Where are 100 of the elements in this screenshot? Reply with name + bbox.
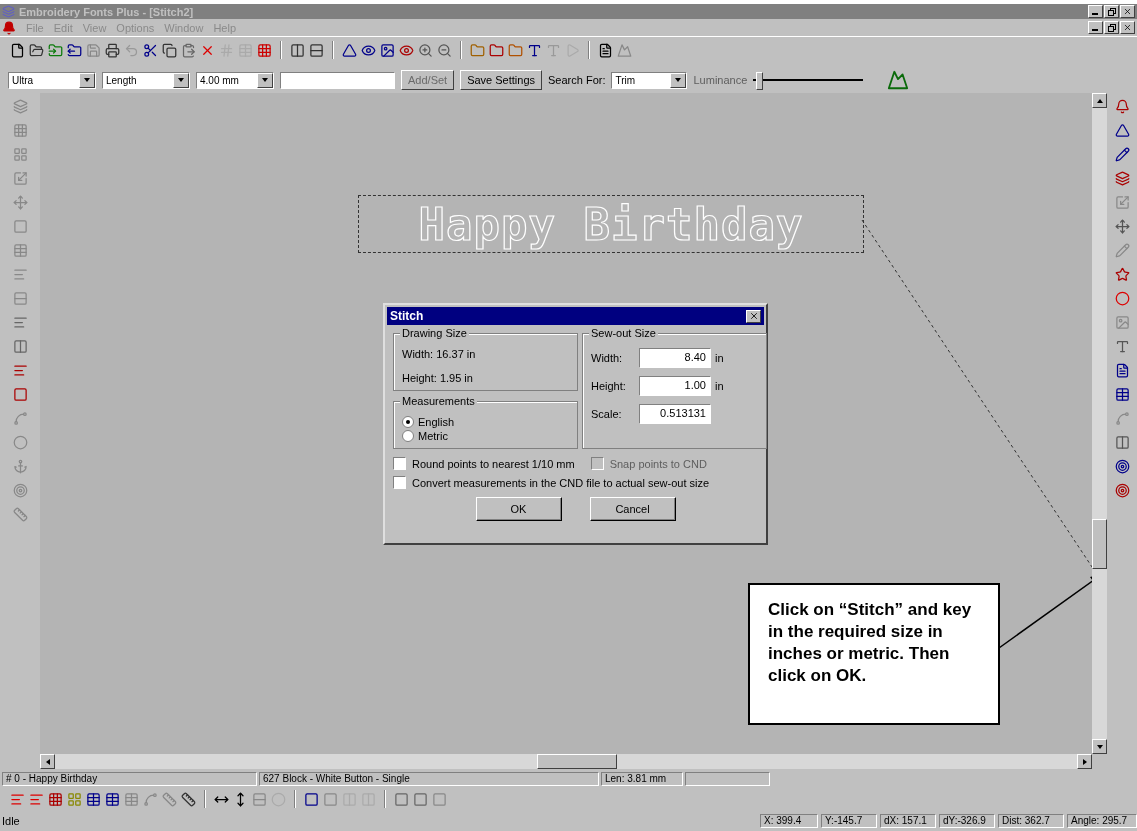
text-icon[interactable]	[1114, 339, 1130, 354]
close-button[interactable]	[1120, 5, 1135, 18]
radio-button[interactable]	[402, 416, 414, 428]
status-pane: Len: 3.81 mm	[601, 772, 683, 786]
scroll-thumb[interactable]	[537, 754, 617, 769]
dropdown[interactable]: Ultra	[8, 71, 96, 89]
folder-icon[interactable]	[67, 42, 82, 58]
radio-label: Metric	[418, 430, 448, 442]
columns-icon[interactable]	[1114, 435, 1130, 450]
dropdown[interactable]: Length	[102, 71, 190, 89]
checkbox[interactable]	[393, 476, 406, 489]
horizontal-scrollbar[interactable]	[40, 754, 1092, 769]
vertical-scrollbar[interactable]	[1092, 93, 1107, 754]
eye-icon[interactable]	[399, 42, 414, 58]
caret-icon	[261, 76, 269, 84]
ruler-icon[interactable]	[181, 791, 196, 807]
minimize-button[interactable]	[1088, 21, 1103, 34]
text-icon[interactable]	[527, 42, 542, 58]
triangle-icon[interactable]	[1114, 123, 1130, 138]
group-title: Measurements	[400, 395, 477, 407]
cancel-button[interactable]: Cancel	[589, 497, 676, 521]
align-icon[interactable]	[12, 315, 28, 330]
checkbox-label: Round points to nearest 1/10 mm	[412, 457, 575, 470]
pencil-icon[interactable]	[1114, 147, 1130, 162]
bell-icon[interactable]	[2, 20, 16, 35]
scroll-left-button[interactable]	[40, 754, 55, 769]
paste-icon[interactable]	[181, 42, 196, 58]
input-field[interactable]	[280, 71, 395, 89]
columns-icon[interactable]	[12, 339, 28, 354]
zoom-in-icon[interactable]	[418, 42, 433, 58]
triangle-icon[interactable]	[342, 42, 357, 58]
close-icon	[748, 311, 759, 321]
restore-icon	[1107, 23, 1116, 32]
star-icon[interactable]	[1114, 267, 1130, 282]
table-icon[interactable]	[1114, 387, 1130, 402]
mountain-icon[interactable]	[887, 69, 910, 91]
close-button[interactable]	[746, 309, 761, 323]
scroll-down-button[interactable]	[1092, 739, 1107, 754]
square-icon[interactable]	[12, 387, 28, 402]
coordinate-pane: Y:-145.7	[821, 814, 877, 828]
status-message: Idle	[2, 815, 20, 827]
checkbox[interactable]	[393, 457, 406, 470]
scroll-right-button[interactable]	[1077, 754, 1092, 769]
document-icon[interactable]	[1114, 363, 1130, 378]
status-pane: 627 Block - White Button - Single	[259, 772, 599, 786]
target-icon[interactable]	[1114, 459, 1130, 474]
folder-icon[interactable]	[29, 42, 44, 58]
field-label: Height:	[591, 380, 627, 392]
checkbox-label: Snap points to CND	[609, 457, 707, 470]
new-page-icon[interactable]	[10, 42, 25, 58]
caret-icon	[177, 76, 185, 84]
save-settings-button[interactable]: Save Settings	[460, 70, 542, 90]
rows-icon[interactable]	[309, 42, 324, 58]
input-field[interactable]: 0.513131	[639, 404, 711, 424]
unit-label: in	[715, 352, 724, 364]
printer-icon[interactable]	[105, 42, 120, 58]
app-icon	[2, 5, 15, 18]
cut-icon[interactable]	[143, 42, 158, 58]
restore-button[interactable]	[1104, 5, 1119, 18]
image-icon[interactable]	[380, 42, 395, 58]
align-icon[interactable]	[29, 791, 44, 807]
scroll-thumb[interactable]	[1092, 519, 1107, 569]
grid-icon[interactable]	[257, 42, 272, 58]
scroll-up-button[interactable]	[1092, 93, 1107, 108]
close-button[interactable]	[1120, 21, 1135, 34]
eye-icon[interactable]	[361, 42, 376, 58]
move-icon[interactable]	[1114, 219, 1130, 234]
field-label: Width:	[591, 352, 624, 364]
ok-button[interactable]: OK	[475, 497, 562, 521]
slider-label: Luminance	[693, 74, 748, 86]
window-title: Embroidery Fonts Plus - [Stitch2]	[19, 5, 195, 18]
grid-icon[interactable]	[48, 791, 63, 807]
bell-icon[interactable]	[1114, 99, 1130, 114]
square-icon[interactable]	[304, 791, 319, 807]
circle-icon[interactable]	[1114, 291, 1130, 306]
minimize-button[interactable]	[1088, 5, 1103, 18]
target-icon[interactable]	[1114, 483, 1130, 498]
align-icon[interactable]	[10, 791, 25, 807]
caret-icon	[674, 76, 683, 84]
align-icon[interactable]	[12, 363, 28, 378]
callout-text: Click on “Stitch” and key in the required size in inches or metric. Then click on OK.	[748, 583, 1000, 725]
zoom-out-icon[interactable]	[437, 42, 452, 58]
columns-icon[interactable]	[290, 42, 305, 58]
folder-icon[interactable]	[489, 42, 504, 58]
restore-button[interactable]	[1104, 21, 1119, 34]
radio-button[interactable]	[402, 430, 414, 442]
copy-icon[interactable]	[162, 42, 177, 58]
input-field[interactable]: 1.00	[639, 376, 711, 396]
height-text: Height: 1.95 in	[402, 372, 474, 384]
table-icon[interactable]	[105, 791, 120, 807]
width-text: Width: 16.37 in	[402, 348, 477, 360]
dropdown[interactable]: 4.00 mm	[196, 71, 274, 89]
table-icon[interactable]	[86, 791, 101, 807]
coordinate-pane: dX: 157.1	[880, 814, 936, 828]
input-field[interactable]: 8.40	[639, 348, 711, 368]
checkbox-label: Convert measurements in the CND file to actual sew-out size	[412, 476, 710, 489]
layers-icon[interactable]	[1114, 171, 1130, 186]
dropdown[interactable]: Trim	[611, 71, 688, 89]
document-icon[interactable]	[598, 42, 613, 58]
status-pane: # 0 - Happy Birthday	[2, 772, 257, 786]
